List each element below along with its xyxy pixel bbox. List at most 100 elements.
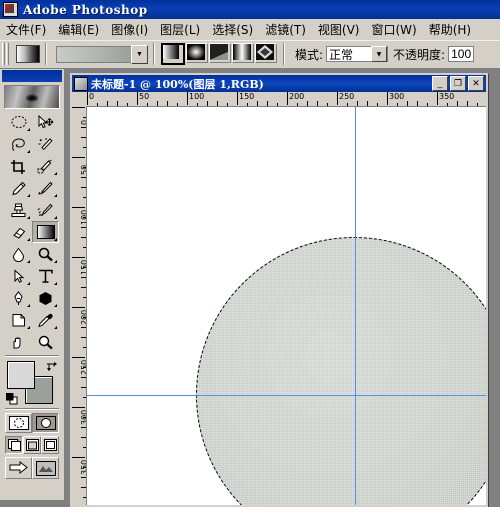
menu-file[interactable]: 文件(F)	[0, 19, 52, 40]
crop-tool[interactable]	[5, 155, 32, 177]
foreground-color-swatch[interactable]	[7, 361, 35, 389]
ruler-minor-tick	[81, 427, 86, 428]
ruler-minor-tick	[83, 117, 86, 118]
standard-screen-mode-button[interactable]	[5, 436, 23, 454]
brush-tool[interactable]	[32, 177, 59, 199]
opacity-input[interactable]: 100	[448, 46, 475, 62]
horizontal-guide[interactable]	[87, 395, 486, 396]
toolbox-title-bar[interactable]	[2, 70, 62, 82]
clone-stamp-tool[interactable]	[5, 199, 32, 221]
application-title-bar: Adobe Photoshop	[0, 0, 500, 19]
ruler-major-tick	[287, 92, 288, 105]
ruler-major-tick	[72, 107, 85, 108]
zoom-tool[interactable]	[32, 331, 59, 353]
ruler-minor-tick	[247, 103, 248, 106]
ruler-minor-tick	[83, 367, 86, 368]
tool-options-bar: ▼ 模式: 正常 ▼ 不透明度: 100	[0, 40, 500, 69]
document-icon	[74, 76, 88, 91]
type-tool[interactable]	[32, 265, 59, 287]
ruler-minor-tick	[83, 447, 86, 448]
gradient-tool[interactable]	[32, 221, 59, 243]
ruler-minor-tick	[81, 287, 86, 288]
ruler-minor-tick	[207, 101, 208, 106]
hand-tool[interactable]	[5, 331, 32, 353]
history-brush-tool[interactable]	[32, 199, 59, 221]
ruler-minor-tick	[257, 101, 258, 106]
path-selection-tool[interactable]	[5, 265, 32, 287]
default-colors-icon[interactable]	[6, 393, 18, 405]
menu-edit[interactable]: 编辑(E)	[52, 19, 105, 40]
chevron-down-icon[interactable]: ▼	[131, 44, 148, 64]
jump-to-imageready-button[interactable]	[5, 457, 32, 479]
minimize-button[interactable]: _	[432, 76, 448, 91]
swap-colors-icon[interactable]	[46, 360, 58, 372]
angle-gradient-button[interactable]	[209, 43, 231, 63]
menu-view[interactable]: 视图(V)	[312, 19, 366, 40]
ruler-label: 150	[239, 92, 255, 101]
ruler-minor-tick	[277, 103, 278, 106]
diamond-gradient-button[interactable]	[255, 43, 277, 63]
pen-tool[interactable]	[5, 287, 32, 309]
gradient-preview-swatch[interactable]	[56, 45, 131, 63]
ruler-major-tick	[72, 357, 85, 358]
jump-button-group	[5, 457, 59, 479]
standard-mode-button[interactable]	[5, 413, 32, 433]
horizontal-ruler[interactable]: 0 50 100 150 200 250 300 350	[86, 92, 486, 107]
menu-window[interactable]: 窗口(W)	[365, 19, 422, 40]
ruler-minor-tick	[117, 101, 118, 106]
ruler-minor-tick	[97, 103, 98, 106]
ruler-minor-tick	[81, 337, 86, 338]
tool-popout-indicator-icon	[54, 304, 57, 307]
blend-mode-select[interactable]: 正常 ▼	[326, 46, 389, 62]
vertical-ruler[interactable]: 050100150200250300350	[72, 106, 87, 505]
ruler-minor-tick	[267, 101, 268, 106]
close-button[interactable]: ✕	[468, 76, 484, 91]
ruler-corner[interactable]	[72, 92, 87, 107]
options-bar-grip[interactable]	[2, 43, 10, 65]
magic-wand-tool[interactable]	[32, 133, 59, 155]
radial-gradient-button[interactable]	[186, 43, 208, 63]
eyedropper-tool[interactable]	[32, 309, 59, 331]
menu-filter[interactable]: 滤镜(T)	[259, 19, 312, 40]
ruler-minor-tick	[83, 467, 86, 468]
document-title-bar[interactable]: 未标题-1 @ 100%(图层 1,RGB) _ ❐ ✕	[72, 75, 486, 92]
ruler-minor-tick	[81, 237, 86, 238]
menu-select[interactable]: 选择(S)	[206, 19, 259, 40]
chevron-down-icon[interactable]: ▼	[371, 46, 388, 62]
tool-popout-indicator-icon	[27, 128, 30, 131]
ruler-minor-tick	[347, 103, 348, 106]
ruler-major-tick	[387, 92, 388, 105]
ruler-minor-tick	[327, 103, 328, 106]
shape-tool[interactable]	[32, 287, 59, 309]
ruler-label: 200	[289, 92, 305, 101]
gradient-picker[interactable]: ▼	[56, 44, 148, 64]
eraser-tool[interactable]	[5, 221, 32, 243]
ruler-major-tick	[72, 307, 85, 308]
healing-brush-tool[interactable]	[5, 177, 32, 199]
quick-mask-mode-button[interactable]	[32, 413, 59, 433]
ruler-minor-tick	[83, 267, 86, 268]
maximize-button[interactable]: ❐	[450, 76, 466, 91]
notes-tool[interactable]	[5, 309, 32, 331]
image-canvas[interactable]	[87, 107, 486, 505]
elliptical-marquee-tool[interactable]	[5, 111, 32, 133]
menu-layer[interactable]: 图层(L)	[154, 19, 206, 40]
menu-image[interactable]: 图像(I)	[105, 19, 154, 40]
move-tool[interactable]	[32, 111, 59, 133]
photoshop-window: Adobe Photoshop 文件(F) 编辑(E) 图像(I) 图层(L) …	[0, 0, 500, 507]
options-divider-3	[283, 43, 285, 65]
blur-tool[interactable]	[5, 243, 32, 265]
full-screen-mode-button[interactable]	[41, 436, 59, 454]
tool-popout-indicator-icon	[54, 326, 57, 329]
linear-gradient-button[interactable]	[161, 43, 185, 65]
dodge-tool[interactable]	[32, 243, 59, 265]
lasso-tool[interactable]	[5, 133, 32, 155]
slice-tool[interactable]	[32, 155, 59, 177]
reflected-gradient-button[interactable]	[232, 43, 254, 63]
imageready-preview-button[interactable]	[32, 457, 59, 479]
document-title: 未标题-1 @ 100%(图层 1,RGB)	[91, 77, 264, 91]
ruler-minor-tick	[227, 103, 228, 106]
menu-help[interactable]: 帮助(H)	[423, 19, 477, 40]
vertical-guide[interactable]	[355, 107, 356, 505]
full-screen-with-menubar-button[interactable]	[23, 436, 41, 454]
